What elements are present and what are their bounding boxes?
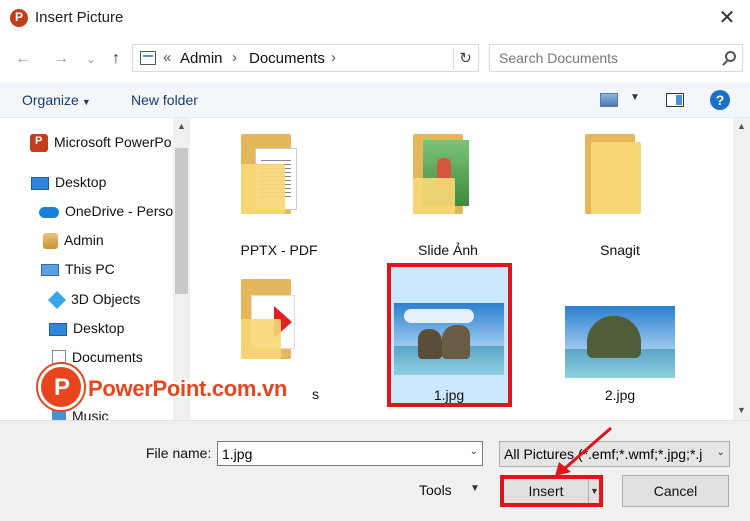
scrollbar-thumb[interactable] [175,148,188,294]
navigation-pane[interactable]: Microsoft PowerPo Desktop OneDrive - Per… [0,118,190,420]
organize-menu[interactable]: Organize ▼ [22,92,91,108]
insert-options-chevron-icon[interactable]: ▼ [590,479,599,503]
annotation-arrow-icon [555,426,612,476]
pc-icon [41,264,59,277]
scroll-up-icon[interactable]: ▲ [177,121,186,131]
sidebar-item-label: Admin [64,232,104,248]
folder-location-icon [140,51,156,65]
file-name-label[interactable]: 2.jpg [560,387,680,403]
sidebar-item-label: Music [72,408,109,420]
file-list-scrollbar[interactable]: ▲ ▼ [733,118,750,420]
file-name-label[interactable]: s [312,386,319,402]
change-view-icon[interactable] [600,93,618,107]
chevron-down-icon: ⌄ [716,447,725,458]
refresh-button[interactable]: ↻ [453,48,477,70]
address-row: ← → ⌄ ↑ « Admin › Documents › ↻ [0,38,750,80]
breadcrumb-documents[interactable]: Documents [249,50,325,67]
recent-locations-dropdown[interactable]: ⌄ [80,48,102,70]
sidebar-item-label: 3D Objects [71,291,141,307]
sidebar-scrollbar[interactable]: ▲ [173,118,190,420]
sidebar-item-3d-objects[interactable]: 3D Objects [47,291,141,315]
help-icon[interactable]: ? [710,90,730,110]
watermark-text: PowerPoint.com.vn [88,376,288,401]
image-thumbnail[interactable] [565,306,675,378]
view-options-chevron-icon[interactable]: ▼ [630,92,640,103]
chevron-down-icon[interactable]: ⌄ [470,446,478,457]
tools-chevron-icon[interactable]: ▼ [470,483,480,494]
sidebar-item-label: Desktop [55,174,107,190]
address-bar[interactable]: « Admin › Documents › [132,44,479,72]
sidebar-item-desktop[interactable]: Desktop [31,174,106,198]
file-name-label[interactable]: PPTX - PDF [219,242,339,258]
tools-menu[interactable]: Tools [419,482,452,498]
sidebar-item-label: OneDrive - Perso [65,203,174,219]
window-title: Insert Picture [35,9,124,26]
chevron-down-icon: ▼ [81,97,91,107]
insert-button[interactable]: Insert ▼ [500,475,603,507]
file-name-field-label: File name: [146,445,212,461]
desktop-icon [31,176,49,190]
folder-icon[interactable] [241,279,297,359]
folder-icon[interactable] [585,134,641,214]
breadcrumb-admin[interactable]: Admin [180,50,223,67]
command-toolbar: Organize ▼ New folder ▼ ? [0,82,750,118]
up-button[interactable]: ↑ [105,48,127,70]
address-overflow[interactable]: « [163,49,171,66]
breadcrumb-separator[interactable]: › [331,49,336,66]
bottom-panel: File name: ⌄ All Pictures (*.emf;*.wmf;*… [0,420,750,521]
sidebar-item-this-pc[interactable]: This PC [41,261,115,285]
file-name-label[interactable]: Snagit [560,242,680,258]
file-name-label[interactable]: 1.jpg [389,387,509,403]
organize-label: Organize [22,92,79,108]
powerpoint-app-icon [10,9,28,27]
3d-objects-icon [47,291,67,310]
music-icon [52,409,66,420]
insert-button-label[interactable]: Insert [504,479,589,503]
file-name-combo: ⌄ [217,441,483,466]
search-input[interactable] [490,45,715,71]
sidebar-item-label: This PC [65,261,115,277]
search-icon[interactable] [725,51,736,62]
folder-icon[interactable] [241,134,297,214]
sidebar-item-desktop-pc[interactable]: Desktop [49,320,124,344]
close-button[interactable]: ✕ [708,4,746,32]
image-thumbnail[interactable] [394,303,504,375]
sidebar-item-onedrive[interactable]: OneDrive - Perso [39,203,173,227]
file-name-input[interactable] [218,442,454,465]
sidebar-item-admin[interactable]: Admin [43,232,104,256]
search-box [489,44,743,72]
user-folder-icon [43,233,58,250]
desktop-icon [49,322,67,336]
sidebar-item-label: Documents [72,349,143,365]
sidebar-item-powerpoint[interactable]: Microsoft PowerPo [30,134,171,158]
sidebar-item-label: Microsoft PowerPo [54,134,172,150]
file-name-label[interactable]: Slide Ảnh [388,242,508,258]
powerpoint-logo [38,364,84,410]
title-bar: Insert Picture ✕ [0,0,750,38]
folder-icon[interactable] [413,134,469,214]
preview-pane-icon[interactable] [666,93,684,107]
powerpoint-icon [30,134,48,153]
back-button[interactable]: ← [12,48,34,70]
new-folder-button[interactable]: New folder [131,92,198,108]
cancel-button[interactable]: Cancel [622,475,729,507]
onedrive-icon [39,206,59,218]
sidebar-item-label: Desktop [73,320,125,336]
scroll-down-icon[interactable]: ▼ [737,405,746,415]
breadcrumb-separator[interactable]: › [232,49,237,66]
forward-button[interactable]: → [50,48,72,70]
scroll-up-icon[interactable]: ▲ [737,121,746,131]
